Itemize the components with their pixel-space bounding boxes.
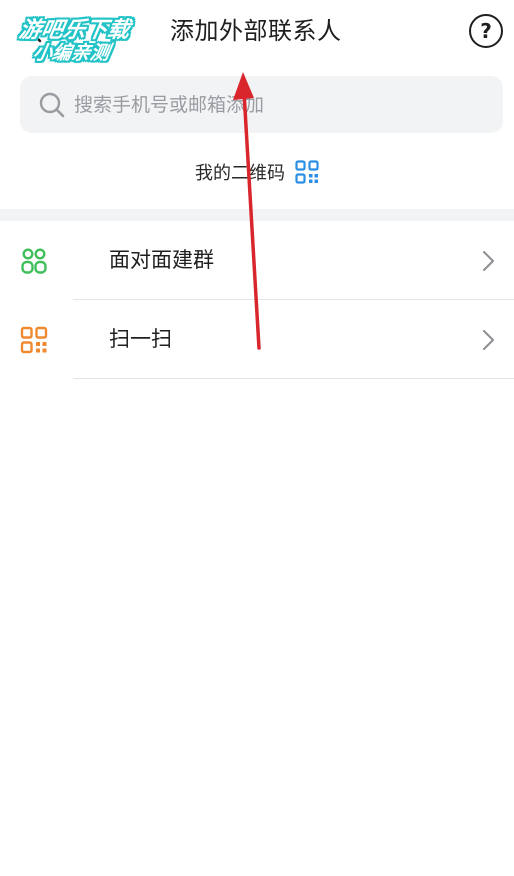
search-icon <box>39 92 65 117</box>
search-bar[interactable] <box>20 76 503 133</box>
section-divider <box>0 209 514 221</box>
watermark-line2: 小编亲测 <box>31 42 112 64</box>
search-input[interactable] <box>74 93 474 116</box>
list-item-label: 扫一扫 <box>109 327 172 351</box>
qr-code-icon <box>295 160 319 184</box>
chevron-right-icon <box>483 251 494 271</box>
people-group-icon <box>21 248 47 274</box>
qr-scan-icon <box>20 326 48 354</box>
help-icon: ? <box>480 19 492 43</box>
chevron-right-icon <box>483 330 494 350</box>
action-list: 面对面建群 扫一扫 <box>0 221 514 379</box>
list-item-label: 面对面建群 <box>109 248 214 272</box>
help-button[interactable]: ? <box>469 14 503 48</box>
my-qr-code-label: 我的二维码 <box>195 163 285 184</box>
add-external-contact-screen: 游吧乐下载 小编亲测 添加外部联系人 ? 我的二维码 <box>0 0 514 876</box>
list-divider <box>73 378 514 379</box>
list-item-face-to-face-group[interactable]: 面对面建群 <box>0 221 514 300</box>
page-title: 添加外部联系人 <box>170 17 342 45</box>
header-bar: 游吧乐下载 小编亲测 添加外部联系人 ? <box>0 0 514 64</box>
watermark-logo: 游吧乐下载 小编亲测 <box>9 10 149 66</box>
list-item-scan[interactable]: 扫一扫 <box>0 300 514 379</box>
my-qr-code-link[interactable]: 我的二维码 <box>0 152 514 192</box>
